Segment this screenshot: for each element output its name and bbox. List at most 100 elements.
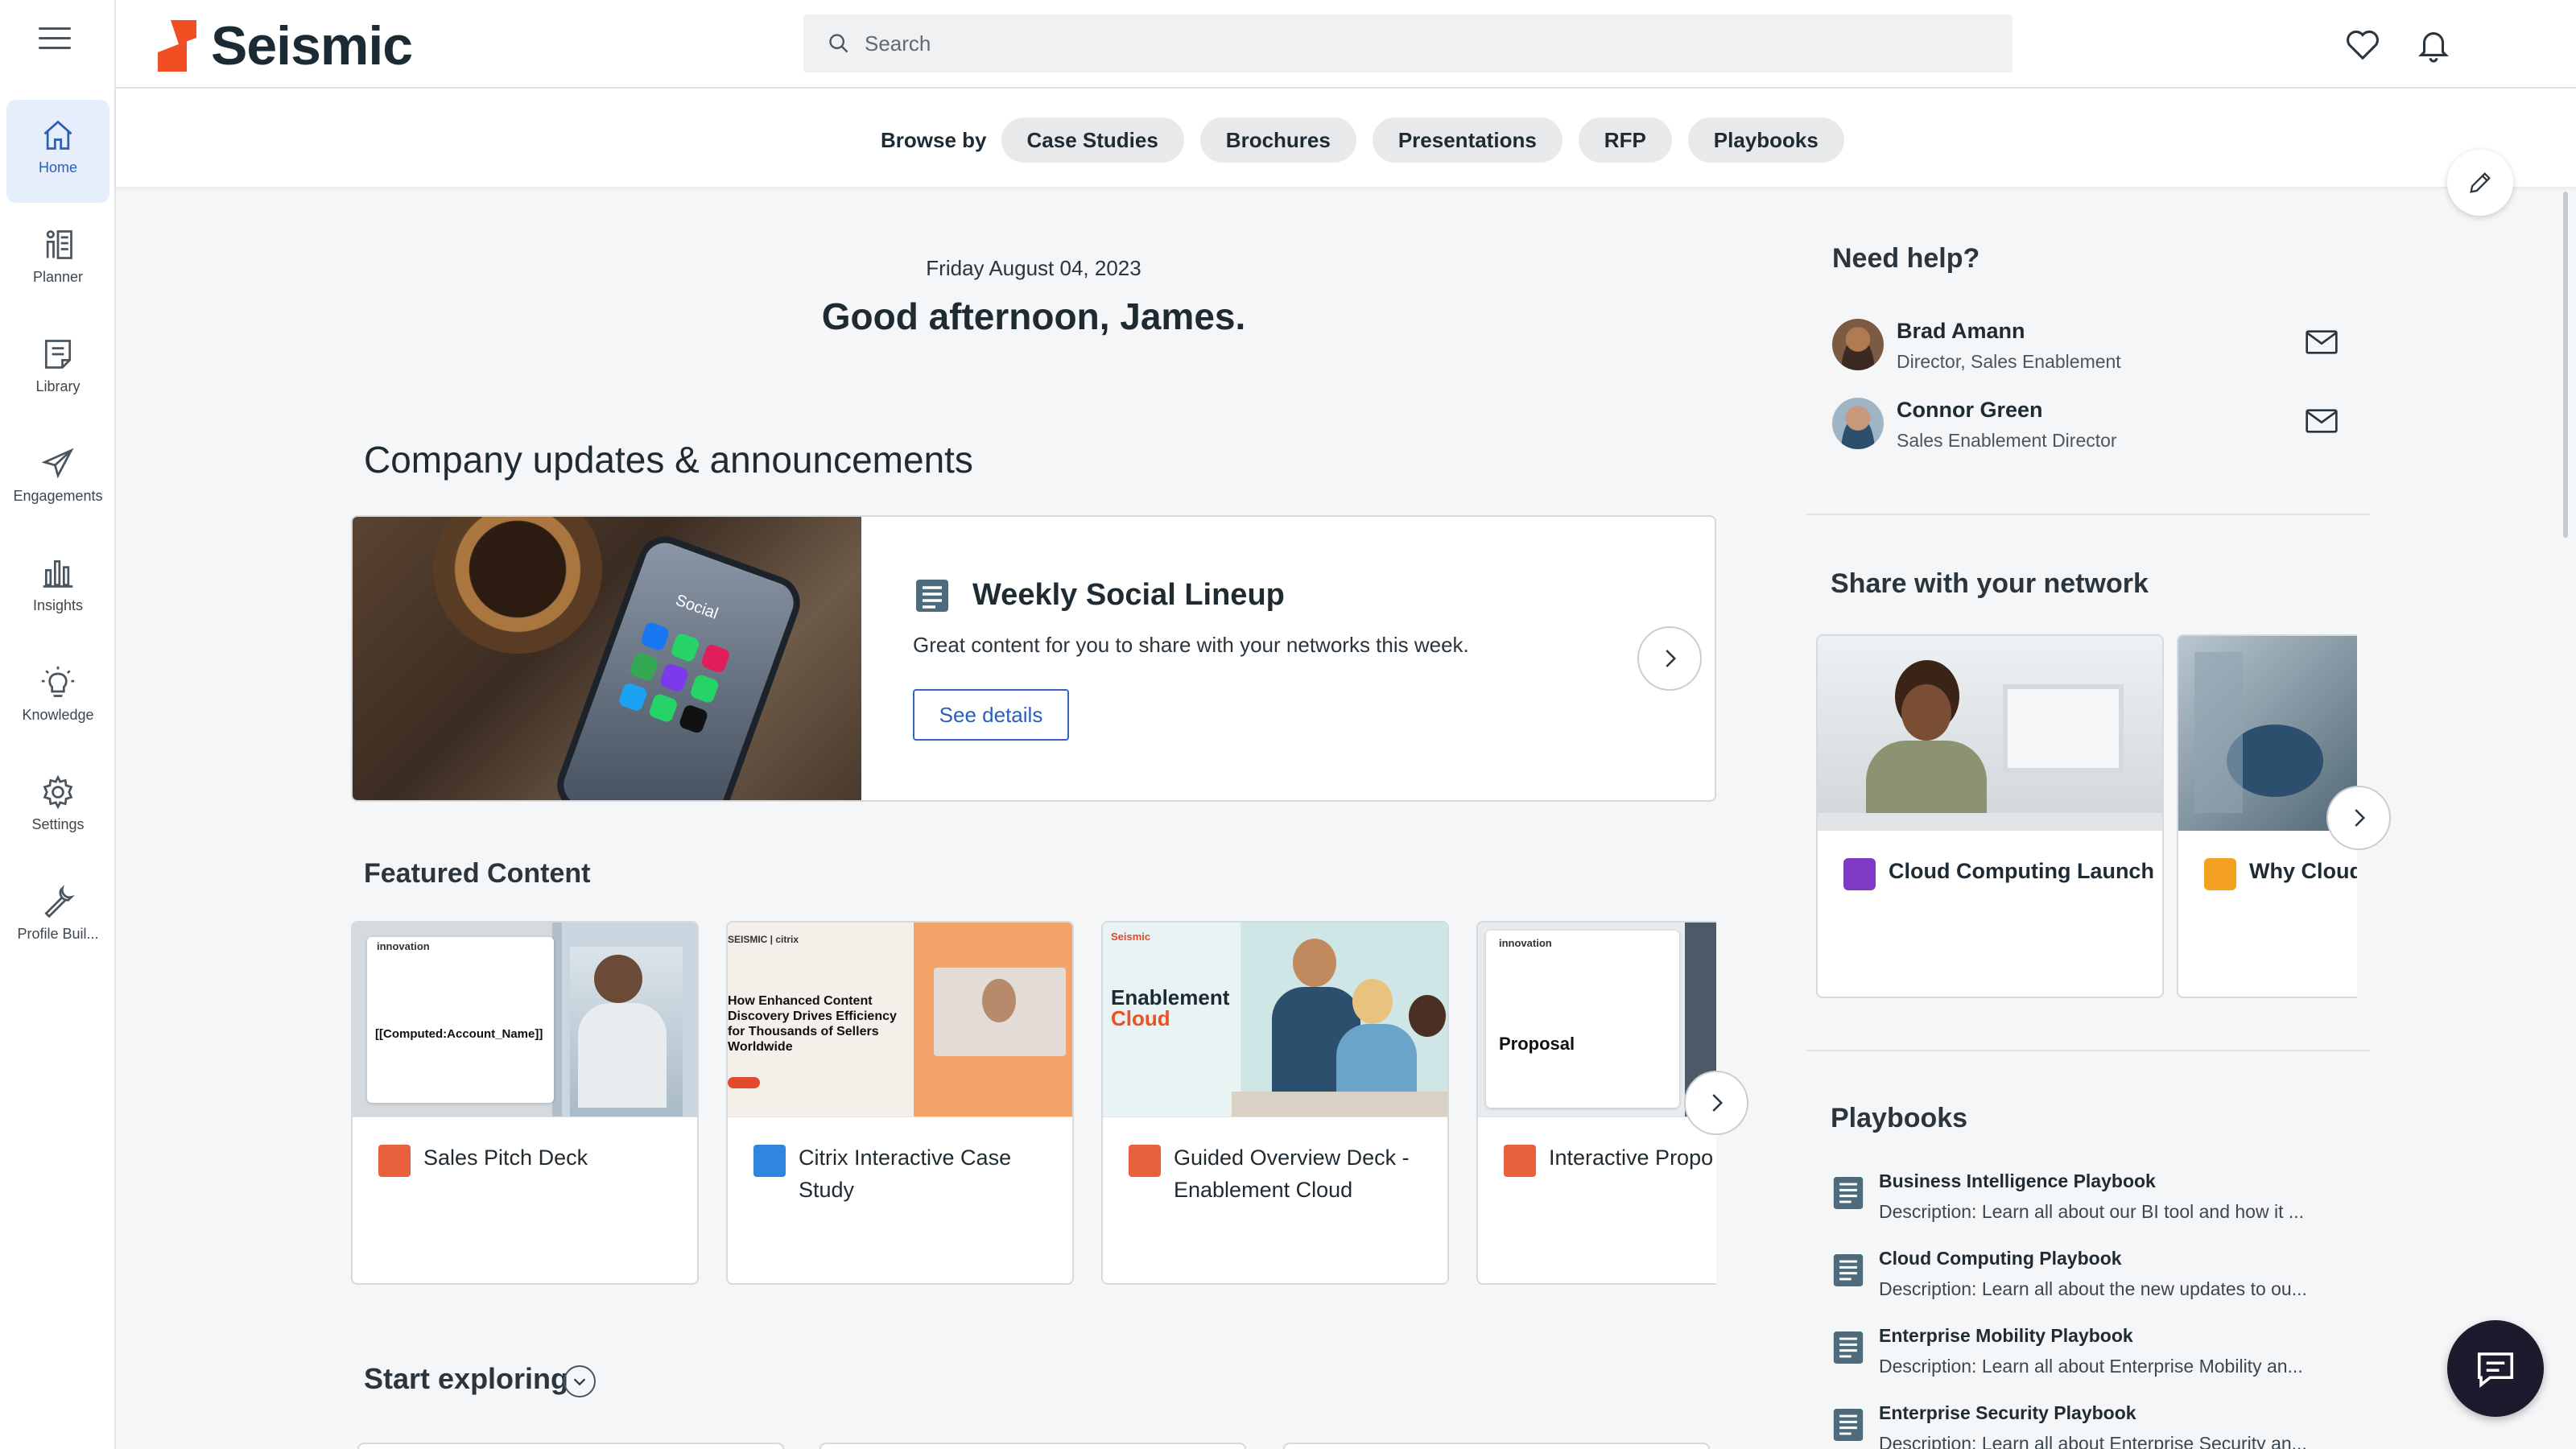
link-icon — [2204, 858, 2236, 890]
thumbnail-brand: innovation — [1499, 937, 1552, 949]
page-scrollbar[interactable] — [2563, 192, 2568, 538]
citrix-icon — [753, 1145, 786, 1177]
launch-icon — [1843, 858, 1876, 890]
playbook-title: Enterprise Mobility Playbook — [1879, 1325, 2133, 1346]
browse-label: Browse by — [881, 127, 987, 152]
contact-name: Connor Green — [1897, 398, 2043, 422]
mail-icon[interactable] — [2306, 409, 2338, 433]
nav-item-label: Knowledge — [22, 707, 94, 723]
nav-item-insights[interactable]: Insights — [6, 538, 109, 641]
planner-icon — [46, 230, 72, 259]
nav-item-engagements[interactable]: Engagements — [6, 428, 109, 531]
explore-card[interactable] — [819, 1443, 1246, 1449]
search-icon — [829, 34, 848, 53]
start-exploring-heading: Start exploring — [364, 1362, 569, 1395]
document-icon — [916, 580, 948, 612]
playbook-title: Cloud Computing Playbook — [1879, 1248, 2122, 1269]
nav-item-label: Insights — [32, 597, 84, 613]
announcement-card[interactable]: Social Weekly Social Lineup Great conten… — [351, 515, 1716, 802]
share-heading: Share with your network — [1831, 568, 2149, 599]
see-details-button[interactable]: See details — [913, 689, 1069, 741]
lightbulb-icon — [41, 666, 75, 697]
bar-chart-icon — [43, 559, 73, 588]
playbook-item[interactable]: Enterprise Mobility Playbook Description… — [1832, 1325, 2347, 1397]
announcement-next-button[interactable] — [1637, 626, 1702, 691]
presentation-icon — [1129, 1145, 1161, 1177]
search-input[interactable] — [865, 31, 1831, 56]
playbook-icon — [1833, 1177, 1864, 1209]
featured-next-button[interactable] — [1684, 1071, 1748, 1135]
share-carousel: Cloud Computing Launch Why Cloud Essenti… — [1816, 634, 2357, 1000]
featured-card[interactable]: SEISMIC | citrix How Enhanced Content Di… — [726, 921, 1074, 1285]
updates-heading: Company updates & announcements — [364, 439, 973, 481]
paper-plane-icon — [41, 448, 74, 479]
thumbnail-text: Proposal — [1499, 1034, 1575, 1054]
playbook-icon — [1833, 1409, 1864, 1441]
featured-card[interactable]: innovation [[Computed:Account_Name]] Sal… — [351, 921, 699, 1285]
presentation-icon — [378, 1145, 411, 1177]
share-title: Why Cloud Essential Te — [2249, 859, 2357, 883]
thumbnail-brand: Seismic — [1111, 931, 1151, 943]
hamburger-menu-icon[interactable] — [39, 27, 71, 53]
nav-item-planner[interactable]: Planner — [6, 209, 109, 312]
share-thumbnail — [1818, 636, 2162, 831]
chip-brochures[interactable]: Brochures — [1199, 118, 1356, 163]
mail-icon[interactable] — [2306, 330, 2338, 354]
contact-role: Director, Sales Enablement — [1897, 351, 2121, 372]
thumbnail-text-secondary: Cloud — [1111, 1006, 1170, 1030]
announcement-description: Great content for you to share with your… — [913, 633, 1469, 657]
playbook-item[interactable]: Business Intelligence Playbook Descripti… — [1832, 1170, 2347, 1243]
chat-icon — [2477, 1352, 2514, 1388]
browse-bar: Browse by Case Studies Brochures Present… — [116, 89, 2576, 187]
share-next-button[interactable] — [2326, 786, 2391, 850]
edit-page-button[interactable] — [2447, 150, 2513, 216]
seismic-logo[interactable]: Seismic — [155, 15, 413, 76]
featured-thumbnail: innovation [[Computed:Account_Name]] — [353, 923, 697, 1117]
pencil-icon — [2470, 172, 2491, 193]
left-nav: Home Planner Library Engagements Insight… — [0, 0, 116, 1449]
divider — [1806, 1050, 2370, 1051]
nav-item-library[interactable]: Library — [6, 319, 109, 422]
thumbnail-text: [[Computed:Account_Name]] — [375, 1027, 543, 1041]
bell-icon[interactable] — [2415, 26, 2452, 63]
explore-card[interactable] — [357, 1443, 784, 1449]
search-bar[interactable] — [803, 14, 2013, 72]
thumbnail-text: How Enhanced Content Discovery Drives Ef… — [728, 994, 897, 1054]
divider — [1806, 514, 2370, 515]
playbook-item[interactable]: Enterprise Security Playbook Description… — [1832, 1402, 2347, 1449]
nav-item-home[interactable]: Home — [6, 100, 109, 203]
greeting: Good afternoon, James. — [821, 295, 1246, 337]
top-header: Seismic — [116, 0, 2576, 89]
nav-item-label: Home — [38, 159, 77, 175]
nav-item-knowledge[interactable]: Knowledge — [6, 647, 109, 750]
featured-card[interactable]: innovation Proposal Interactive Propo — [1476, 921, 1716, 1285]
featured-title: Interactive Propo — [1549, 1146, 1714, 1170]
playbook-item[interactable]: Cloud Computing Playbook Description: Le… — [1832, 1248, 2347, 1320]
featured-card[interactable]: Seismic Enablement Cloud Guided Overview… — [1101, 921, 1449, 1285]
nav-item-label: Settings — [31, 816, 85, 832]
heart-icon[interactable] — [2344, 26, 2381, 63]
chip-playbooks[interactable]: Playbooks — [1687, 118, 1844, 163]
contact-avatar — [1832, 398, 1884, 449]
need-help-heading: Need help? — [1832, 243, 1980, 274]
explore-card[interactable] — [1283, 1443, 1710, 1449]
playbook-icon — [1833, 1254, 1864, 1286]
announcement-image: Social — [353, 517, 861, 800]
share-title: Cloud Computing Launch — [1889, 859, 2154, 883]
nav-item-profile-builder[interactable]: Profile Buil... — [6, 866, 109, 969]
chip-presentations[interactable]: Presentations — [1372, 118, 1563, 163]
share-card[interactable]: Cloud Computing Launch — [1816, 634, 2164, 998]
playbook-description: Description: Learn all about Enterprise … — [1879, 1433, 2307, 1449]
chip-case-studies[interactable]: Case Studies — [1001, 118, 1184, 163]
nav-item-settings[interactable]: Settings — [6, 757, 109, 860]
contact-row: Brad Amann Director, Sales Enablement — [1832, 319, 2347, 383]
chevron-down-icon — [573, 1378, 586, 1386]
contact-name: Brad Amann — [1897, 319, 2025, 343]
chat-button[interactable] — [2447, 1320, 2544, 1417]
chevron-right-icon — [1666, 650, 1677, 667]
playbook-description: Description: Learn all about our BI tool… — [1879, 1201, 2305, 1222]
start-exploring-toggle[interactable] — [564, 1365, 596, 1397]
chip-rfp[interactable]: RFP — [1578, 118, 1672, 163]
playbook-title: Enterprise Security Playbook — [1879, 1402, 2136, 1423]
featured-title: Citrix Interactive Case Study — [799, 1146, 1012, 1202]
